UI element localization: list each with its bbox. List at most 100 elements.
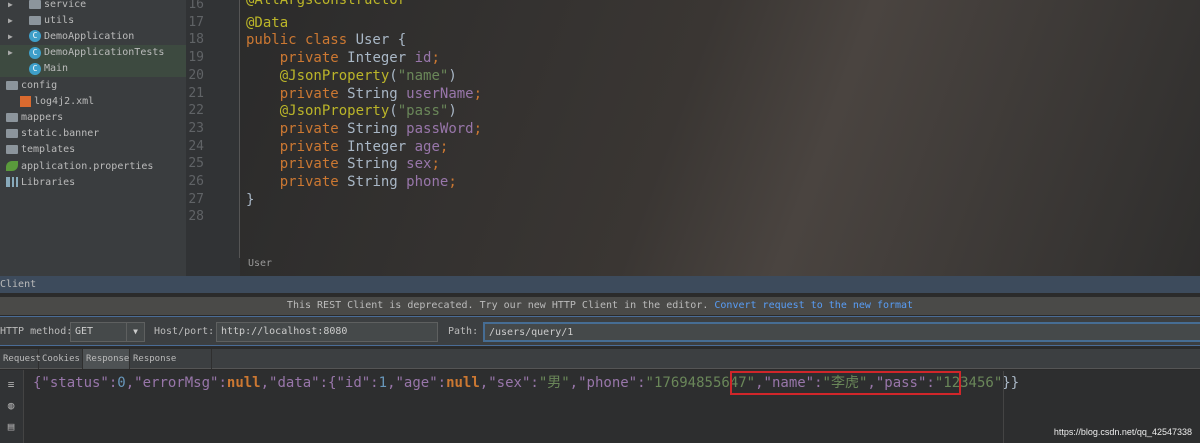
code-line: private String sex;	[246, 155, 440, 173]
code-token: private	[246, 174, 348, 190]
folder-icon	[29, 0, 41, 9]
code-token: String	[347, 174, 407, 190]
tree-item[interactable]: ▶ C DemoApplication	[8, 28, 134, 44]
editor-breadcrumb[interactable]: User	[248, 258, 272, 269]
code-token: Integer	[347, 138, 415, 155]
code-line: private String passWord;	[246, 120, 482, 138]
tree-item-label: Main	[44, 63, 69, 75]
tree-item[interactable]: config	[6, 77, 57, 93]
convert-request-link[interactable]: Convert request to the new format	[714, 300, 913, 311]
tree-item-label: service	[44, 0, 87, 10]
json-token: ,"age":	[387, 375, 447, 391]
line-number: 20	[188, 67, 204, 83]
tree-item[interactable]: templates	[6, 142, 75, 158]
code-token: sex	[406, 156, 432, 173]
globe-icon[interactable]: ◍	[5, 400, 17, 412]
json-token: 0	[117, 375, 126, 391]
path-label: Path:	[448, 326, 479, 337]
highlight-box	[730, 371, 961, 395]
code-token: ;	[439, 138, 449, 155]
expand-arrow-icon[interactable]: ▶	[8, 16, 17, 25]
line-number: 24	[188, 138, 204, 154]
expand-arrow-icon[interactable]: ▶	[8, 0, 17, 9]
tree-item[interactable]: application.properties	[6, 158, 153, 174]
code-token: public class	[246, 32, 356, 49]
code-token: @JsonProperty	[246, 67, 390, 84]
tree-item[interactable]: ▶ C DemoApplicationTests	[0, 44, 186, 61]
json-token: ,"sex":	[479, 375, 539, 391]
code-token: }	[246, 191, 255, 208]
tree-item[interactable]: log4j2.xml	[20, 93, 94, 109]
code-line: private String phone;	[246, 173, 457, 191]
path-input[interactable]: /users/query/1	[483, 322, 1200, 342]
tree-item[interactable]: mappers	[6, 109, 63, 125]
tree-item-label: mappers	[21, 111, 64, 123]
json-token: null	[446, 375, 480, 391]
tree-item[interactable]: ▶ service	[8, 0, 86, 12]
json-token: ,"data":{"id":	[260, 375, 379, 391]
expand-arrow-icon[interactable]: ▶	[8, 48, 17, 57]
folder-icon	[6, 129, 18, 139]
code-token: ;	[431, 50, 440, 67]
tree-item[interactable]: static.banner	[6, 126, 99, 142]
tree-item-label: application.properties	[21, 160, 154, 172]
code-token: )	[448, 67, 457, 84]
tree-item[interactable]: ▶ utils	[8, 12, 74, 28]
code-token: "name"	[397, 67, 449, 84]
line-number: 25	[188, 156, 204, 172]
tab-request[interactable]: Request	[0, 349, 41, 369]
code-line: @Data	[246, 14, 288, 32]
tree-item-label: config	[21, 79, 58, 91]
response-panel: ≡ ◍ ▤ {"status":0,"errorMsg":null,"data"…	[0, 370, 1200, 443]
tree-item-label: DemoApplicationTests	[44, 47, 165, 59]
code-line: @AllArgsConstructor	[246, 0, 406, 9]
line-number: 21	[188, 85, 204, 101]
json-token: }}	[1002, 375, 1020, 391]
response-toolbar: ≡ ◍ ▤	[0, 370, 24, 443]
code-token: ;	[473, 85, 483, 102]
class-icon: C	[29, 46, 41, 59]
json-token: ,"errorMsg":	[125, 375, 227, 391]
tree-item[interactable]: Libraries	[6, 174, 75, 190]
line-number: 26	[188, 174, 204, 189]
tab-response-headers[interactable]: Response Headers	[130, 349, 212, 384]
tool-window-title: Client	[0, 279, 37, 290]
class-icon: C	[29, 62, 41, 75]
code-token: ;	[448, 174, 457, 190]
indent-guide	[239, 0, 240, 258]
code-token: userName	[406, 85, 474, 102]
tree-item[interactable]: C Main	[0, 60, 186, 77]
soft-wrap-icon[interactable]: ≡	[5, 379, 17, 391]
expand-arrow-icon[interactable]: ▶	[8, 32, 17, 41]
tab-cookies[interactable]: Cookies	[39, 349, 83, 369]
line-number: 18	[188, 32, 204, 48]
host-port-label: Host/port:	[154, 326, 215, 337]
code-token: @AllArgsConstructor	[246, 0, 407, 8]
code-line: @JsonProperty("name")	[246, 67, 457, 85]
tool-window-header: Client	[0, 276, 1200, 293]
folder-icon	[6, 145, 18, 155]
code-line: public class User {	[246, 31, 406, 49]
host-port-input[interactable]: http://localhost:8080	[216, 322, 438, 342]
tab-response[interactable]: Response	[83, 349, 130, 369]
tree-item-label: DemoApplication	[44, 30, 135, 42]
chevron-down-icon: ▼	[126, 323, 144, 341]
code-line: private String userName;	[246, 85, 482, 103]
code-token: User {	[355, 32, 407, 49]
json-token: null	[226, 375, 261, 391]
code-line: }	[246, 191, 254, 209]
json-token: ,"phone":	[569, 375, 646, 391]
deprecation-banner: This REST Client is deprecated. Try our …	[0, 297, 1200, 315]
code-token: String	[347, 120, 407, 137]
code-token: private	[246, 138, 348, 155]
file-icon[interactable]: ▤	[5, 421, 17, 433]
code-token: ;	[431, 156, 440, 173]
properties-icon	[6, 161, 18, 171]
project-tree: ▶ service ▶ utils ▶ C DemoApplication ▶ C DemoApp…	[0, 0, 186, 276]
folder-icon	[6, 80, 18, 90]
xml-file-icon	[20, 95, 31, 107]
code-token: String	[347, 156, 407, 173]
http-method-select[interactable]: GET ▼	[70, 322, 145, 342]
tree-item-label: utils	[44, 14, 75, 26]
line-number: 16	[188, 0, 204, 12]
